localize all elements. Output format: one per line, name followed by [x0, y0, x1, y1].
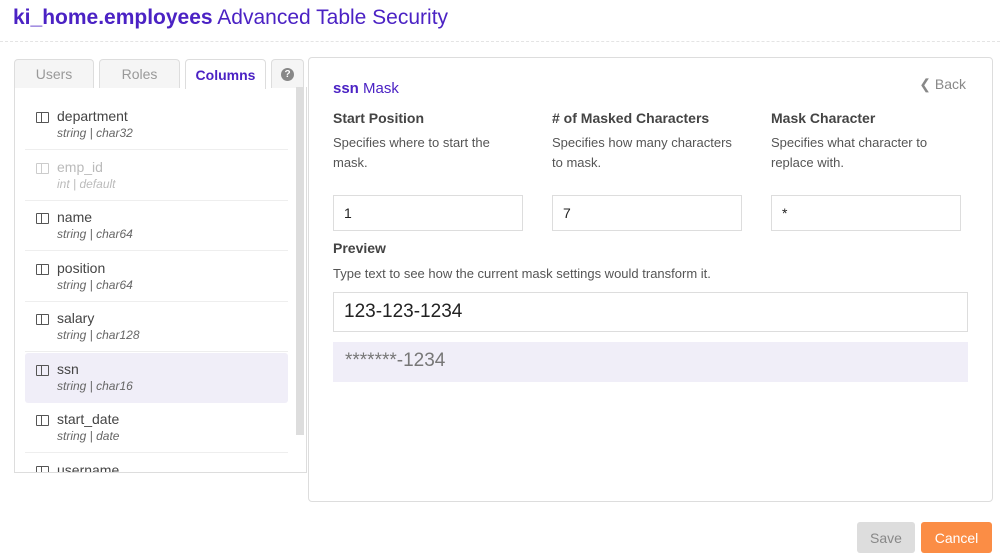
tab-bar: Users Roles Columns ?	[14, 59, 304, 89]
page-title: ki_home.employees Advanced Table Securit…	[13, 6, 448, 30]
column-name: ssn	[57, 360, 79, 377]
column-type: string | char64	[57, 277, 133, 292]
start-position-group: Start Position Specifies where to start …	[333, 110, 523, 231]
column-icon	[36, 364, 49, 376]
column-icon	[36, 314, 49, 325]
masked-count-input[interactable]: 7	[552, 195, 742, 231]
column-item-emp_id[interactable]: emp_id int | default	[25, 151, 288, 201]
column-icon	[36, 112, 49, 123]
masked-count-desc: Specifies how many characters to mask.	[552, 135, 732, 170]
start-position-input[interactable]: 1	[333, 195, 523, 231]
column-name: start_date	[57, 411, 120, 427]
column-item-position[interactable]: position string | char64	[25, 252, 288, 302]
divider	[0, 41, 1000, 42]
preview-section: Preview Type text to see how the current…	[333, 240, 711, 281]
column-icon	[36, 465, 49, 472]
column-item-ssn[interactable]: ssn string | char16	[25, 352, 288, 403]
mask-char-group: Mask Character Specifies what character …	[771, 110, 961, 231]
column-list: department string | char32 emp_id int | def…	[14, 87, 307, 473]
tab-users[interactable]: Users	[14, 59, 94, 88]
column-item-username[interactable]: username	[25, 454, 288, 473]
help-icon: ?	[281, 67, 294, 81]
column-type: string | char16	[57, 378, 133, 393]
column-name: department	[57, 108, 128, 124]
tab-columns[interactable]: Columns	[185, 59, 266, 89]
preview-desc: Type text to see how the current mask se…	[333, 266, 711, 281]
column-item-start_date[interactable]: start_datestring | date	[25, 403, 288, 453]
column-name: emp_id	[57, 158, 103, 175]
start-position-desc: Specifies where to start the mask.	[333, 135, 490, 170]
column-type: int | default	[57, 176, 116, 191]
masked-count-label: # of Masked Characters	[552, 110, 710, 126]
column-item-department[interactable]: department string | char32	[25, 100, 288, 150]
save-button[interactable]: Save	[857, 522, 915, 553]
column-name: username	[57, 461, 120, 473]
mask-char-input[interactable]: *	[771, 195, 961, 231]
mask-char-label: Mask Character	[771, 110, 876, 126]
column-type: string | char64	[57, 227, 133, 241]
scrollbar[interactable]	[296, 87, 304, 435]
column-icon	[36, 415, 49, 426]
column-icon	[36, 263, 49, 275]
column-type: string | char128	[57, 328, 140, 342]
preview-output: *******-1234	[333, 342, 968, 382]
column-icon	[36, 162, 49, 174]
page-subtitle: Advanced Table Security	[217, 6, 449, 29]
column-name: name	[57, 209, 93, 225]
back-button[interactable]: ❮ Back	[919, 76, 966, 93]
tab-roles[interactable]: Roles	[99, 59, 180, 88]
start-position-label: Start Position	[333, 110, 425, 126]
table-name: ki_home.employees	[13, 6, 213, 29]
column-type: string | char32	[57, 126, 133, 140]
column-type: string | date	[57, 429, 120, 443]
cancel-button[interactable]: Cancel	[921, 522, 992, 553]
preview-label: Preview	[333, 240, 386, 256]
column-item-salary[interactable]: salary string | char128	[25, 302, 288, 352]
mask-heading: ssn Mask	[333, 80, 399, 97]
column-item-name[interactable]: name string | char64	[25, 201, 288, 251]
mask-panel: ssn Mask ❮ Back Start Position Specifies…	[308, 57, 993, 502]
column-icon	[36, 213, 49, 224]
chevron-left-icon: ❮	[919, 76, 931, 92]
mask-char-desc: Specifies what character to replace with…	[771, 135, 928, 170]
help-tab[interactable]: ?	[271, 59, 304, 88]
column-name: position	[57, 259, 106, 276]
masked-count-group: # of Masked Characters Specifies how man…	[552, 110, 742, 231]
column-name: salary	[57, 310, 95, 326]
preview-input[interactable]: 123-123-1234	[333, 292, 968, 332]
